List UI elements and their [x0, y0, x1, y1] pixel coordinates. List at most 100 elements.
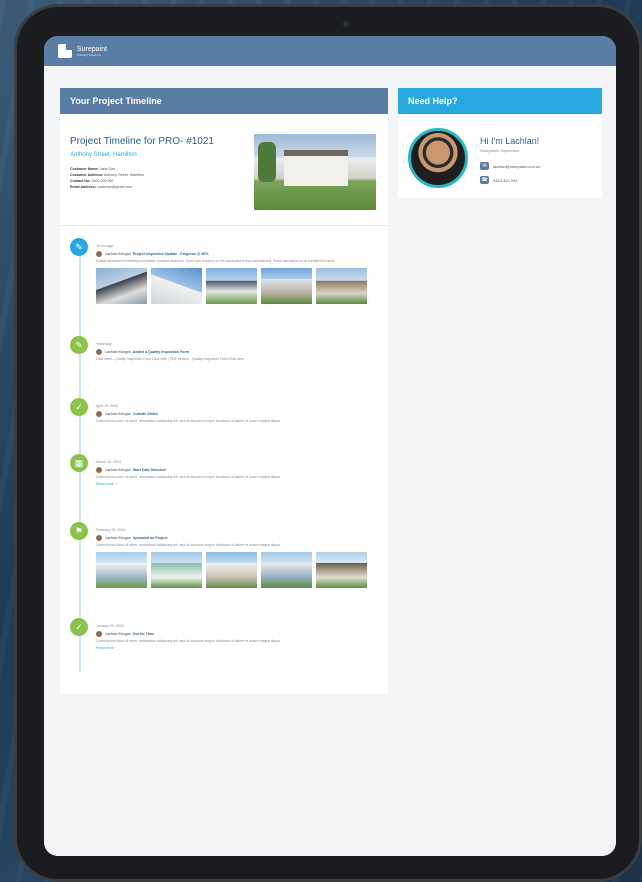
timeline-event: ▦ March 10, 2024 Lachlan Morgan Start Da…	[70, 454, 281, 486]
project-address[interactable]: Anthony Street, Hamilton	[70, 152, 137, 158]
info-label: Contact No:	[70, 179, 91, 183]
info-value[interactable]: customer@gmail.com	[97, 185, 132, 189]
photo-gallery	[96, 268, 376, 304]
event-title[interactable]: Uploaded an Project	[133, 536, 168, 540]
supervisor-phone[interactable]: 0414 324 042	[493, 178, 517, 183]
email-row[interactable]: ✉ lachlan@surepaint.com.au	[480, 162, 540, 170]
house-photo[interactable]	[254, 134, 376, 210]
brush-icon: ✎	[70, 238, 88, 256]
app-screen: Surepaint Painting Solutions Your Projec…	[44, 36, 616, 856]
event-header: Lachlan Morgan Outside Glides	[96, 411, 376, 417]
info-label: Customer Name:	[70, 167, 99, 171]
gallery-photo[interactable]	[206, 552, 257, 588]
supervisor-name: Hi I'm Lachlan!	[480, 136, 540, 146]
supervisor-role: Surepaints Supervisor	[480, 148, 520, 153]
photo-gallery	[96, 552, 376, 588]
gallery-photo[interactable]	[96, 268, 147, 304]
event-title[interactable]: Got for Time	[133, 632, 154, 636]
info-value: Jane Doe	[99, 167, 116, 171]
timeline-column: Your Project Timeline Project Timeline f…	[60, 88, 388, 694]
main-content: Your Project Timeline Project Timeline f…	[44, 66, 616, 856]
event-description[interactable]: Data sheet - Quality Inspection Form Cli…	[96, 357, 376, 362]
event-body: January 20, 2024 Lachlan Morgan Got for …	[96, 624, 376, 650]
event-header: Lachlan Morgan Uploaded an Project	[96, 535, 376, 541]
event-title[interactable]: Start Date Selected	[133, 468, 166, 472]
gallery-photo[interactable]	[206, 268, 257, 304]
event-date: Yesterday	[96, 342, 112, 346]
event-header: Lachlan Morgan Added a Quality Inspectio…	[96, 349, 376, 355]
read-more-link[interactable]: Read more	[96, 646, 376, 650]
avatar	[96, 251, 102, 257]
brand-name: Surepaint	[77, 45, 107, 53]
gallery-photo[interactable]	[96, 552, 147, 588]
pin-icon: ⚑	[70, 522, 88, 540]
event-date: 18 hrs ago	[96, 244, 113, 248]
logo-icon[interactable]	[58, 44, 72, 58]
info-label: Customer Address:	[70, 173, 104, 177]
info-label: Email Address:	[70, 185, 97, 189]
project-info: Customer Name: Jane Doe Customer Address…	[70, 166, 144, 190]
gallery-photo[interactable]	[261, 552, 312, 588]
avatar	[96, 535, 102, 541]
avatar	[96, 349, 102, 355]
event-description: Lorem ipsum dolor sit amet, consectetur …	[96, 475, 281, 479]
help-column: Need Help? Hi I'm Lachlan! Surepaints Su…	[398, 88, 602, 198]
timeline-event: ✎ 18 hrs ago Lachlan Morgan Project Insp…	[70, 238, 367, 304]
event-author: Lachlan Morgan	[105, 350, 131, 354]
camera	[343, 21, 349, 27]
check-icon: ✓	[70, 398, 88, 416]
read-more-link[interactable]: Read more +	[96, 482, 376, 486]
timeline-panel: Project Timeline for PRO- #1021 Anthony …	[60, 114, 388, 694]
brush-icon: ✎	[70, 336, 88, 354]
project-summary: Project Timeline for PRO- #1021 Anthony …	[60, 114, 388, 226]
phone-row[interactable]: ☎ 0414 324 042	[480, 176, 517, 184]
avatar	[96, 631, 102, 637]
gallery-photo[interactable]	[151, 268, 202, 304]
gallery-photo[interactable]	[151, 552, 202, 588]
gallery-photo[interactable]	[316, 552, 367, 588]
info-value: Anthony Street, Hamilton	[104, 173, 144, 177]
project-title: Project Timeline for PRO- #1021	[70, 136, 214, 147]
gallery-photo[interactable]	[316, 268, 367, 304]
event-body: Yesterday Lachlan Morgan Added a Quality…	[96, 342, 376, 362]
event-body: April 10, 2024 Lachlan Morgan Outside Gl…	[96, 404, 376, 424]
timeline-event: ✎ Yesterday Lachlan Morgan Added a Quali…	[70, 336, 244, 361]
info-value: 0400 000 000	[91, 179, 114, 183]
help-header: Need Help?	[398, 88, 602, 114]
event-body: February 15, 2024 Lachlan Morgan Uploade…	[96, 528, 376, 588]
brand-logo[interactable]: Surepaint Painting Solutions	[77, 46, 107, 57]
event-title[interactable]: Outside Glides	[133, 412, 158, 416]
timeline-event: ✓ January 20, 2024 Lachlan Morgan Got fo…	[70, 618, 281, 650]
event-author: Lachlan Morgan	[105, 252, 131, 256]
timeline-header: Your Project Timeline	[60, 88, 388, 114]
top-bar: Surepaint Painting Solutions	[44, 36, 616, 66]
event-description: Lorem ipsum dolor sit amet, consectetur …	[96, 419, 281, 423]
event-header: Lachlan Morgan Got for Time	[96, 631, 376, 637]
check-icon: ✓	[70, 618, 88, 636]
event-title[interactable]: Project Inspection Update - Progress @ 8…	[133, 252, 209, 256]
info-row: Email Address: customer@gmail.com	[70, 184, 144, 190]
event-header: Lachlan Morgan Start Date Selected	[96, 467, 376, 473]
event-body: March 10, 2024 Lachlan Morgan Start Date…	[96, 460, 376, 486]
timeline: ✎ 18 hrs ago Lachlan Morgan Project Insp…	[60, 226, 388, 694]
event-author: Lachlan Morgan	[105, 536, 131, 540]
supervisor-avatar	[408, 128, 468, 188]
timeline-event: ⚑ February 15, 2024 Lachlan Morgan Uploa…	[70, 522, 367, 588]
event-title[interactable]: Added a Quality Inspection Form	[133, 350, 189, 354]
calendar-icon: ▦	[70, 454, 88, 472]
avatar	[96, 467, 102, 473]
avatar	[96, 411, 102, 417]
supervisor-email[interactable]: lachlan@surepaint.com.au	[493, 164, 540, 169]
event-date: February 15, 2024	[96, 528, 126, 532]
event-author: Lachlan Morgan	[105, 468, 131, 472]
brand-tagline: Painting Solutions	[77, 52, 102, 57]
phone-icon: ☎	[480, 176, 489, 184]
timeline-event: ✓ April 10, 2024 Lachlan Morgan Outside …	[70, 398, 281, 423]
gallery-photo[interactable]	[261, 268, 312, 304]
event-description: Quality assessment meeting completed; su…	[96, 259, 336, 263]
event-author: Lachlan Morgan	[105, 412, 131, 416]
event-date: March 10, 2024	[96, 460, 121, 464]
help-card: Hi I'm Lachlan! Surepaints Supervisor ✉ …	[398, 114, 602, 198]
event-date: April 10, 2024	[96, 404, 119, 408]
event-body: 18 hrs ago Lachlan Morgan Project Inspec…	[96, 244, 376, 304]
